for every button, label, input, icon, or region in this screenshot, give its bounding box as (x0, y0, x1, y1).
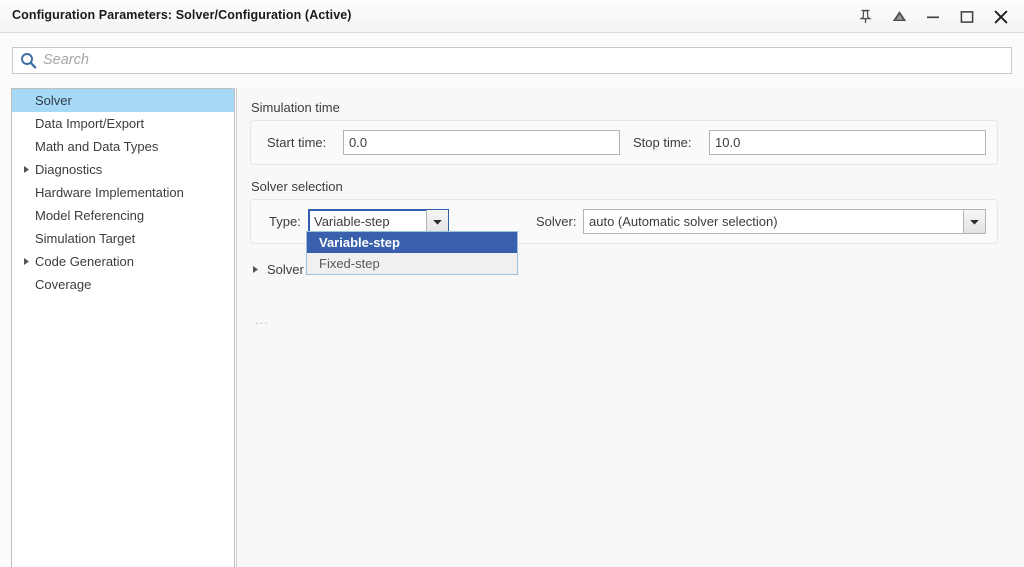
expand-arrow-icon[interactable] (251, 265, 264, 274)
tree-item-simulation-target[interactable]: Simulation Target (12, 227, 234, 250)
start-time-label: Start time: (267, 135, 326, 150)
tree-item-label: Hardware Implementation (35, 181, 184, 204)
search-box[interactable] (12, 47, 1012, 74)
start-time-input[interactable] (343, 130, 620, 155)
tree-item-model-referencing[interactable]: Model Referencing (12, 204, 234, 227)
chevron-down-icon[interactable] (963, 210, 985, 233)
simulation-time-groupbox: Start time: Stop time: (250, 120, 998, 165)
configuration-parameters-window: Configuration Parameters: Solver/Configu… (0, 0, 1024, 567)
tree-item-diagnostics[interactable]: Diagnostics (12, 158, 234, 181)
tree-item-label: Simulation Target (35, 227, 135, 250)
maximize-icon[interactable] (950, 3, 984, 31)
solver-value: auto (Automatic solver selection) (584, 210, 963, 233)
undock-icon[interactable] (882, 3, 916, 31)
tree-item-code-generation[interactable]: Code Generation (12, 250, 234, 273)
expand-arrow-icon[interactable] (22, 165, 35, 174)
solver-type-dropdown-list[interactable]: Variable-step Fixed-step (306, 231, 518, 275)
tree-item-math-and-data-types[interactable]: Math and Data Types (12, 135, 234, 158)
solver-combobox[interactable]: auto (Automatic solver selection) (583, 209, 986, 234)
tree-item-label: Data Import/Export (35, 112, 144, 135)
search-icon (20, 52, 37, 69)
solver-settings-panel: Simulation time Start time: Stop time: S… (236, 88, 1024, 567)
title-bar: Configuration Parameters: Solver/Configu… (0, 0, 1024, 33)
configuration-tree-panel[interactable]: Solver Data Import/Export Math and Data … (11, 88, 235, 567)
tree-item-label: Model Referencing (35, 204, 144, 227)
simulation-time-section-label: Simulation time (251, 100, 340, 115)
pin-icon[interactable] (848, 3, 882, 31)
solver-selection-section-label: Solver selection (251, 179, 343, 194)
chevron-down-icon[interactable] (426, 210, 448, 233)
solver-type-label: Type: (269, 214, 301, 229)
window-title: Configuration Parameters: Solver/Configu… (12, 8, 352, 22)
tree-item-label: Math and Data Types (35, 135, 158, 158)
stop-time-input[interactable] (709, 130, 986, 155)
stop-time-label: Stop time: (633, 135, 692, 150)
tree-item-label: Solver (35, 89, 72, 112)
search-bar-row (0, 34, 1024, 82)
tree-item-hardware-implementation[interactable]: Hardware Implementation (12, 181, 234, 204)
dropdown-option-variable-step[interactable]: Variable-step (307, 232, 517, 253)
tree-item-data-import-export[interactable]: Data Import/Export (12, 112, 234, 135)
expand-arrow-icon[interactable] (22, 257, 35, 266)
tree-item-label: Coverage (35, 273, 91, 296)
dropdown-option-fixed-step[interactable]: Fixed-step (307, 253, 517, 274)
dropdown-option-label: Variable-step (319, 235, 400, 250)
search-input[interactable] (43, 49, 1011, 72)
dropdown-option-label: Fixed-step (319, 256, 380, 271)
tree-item-coverage[interactable]: Coverage (12, 273, 234, 296)
window-controls (848, 0, 1018, 33)
tree-item-label: Diagnostics (35, 158, 102, 181)
solver-type-value: Variable-step (309, 210, 426, 233)
close-icon[interactable] (984, 3, 1018, 31)
tree-item-solver[interactable]: Solver (12, 89, 234, 112)
solver-label: Solver: (536, 214, 576, 229)
overflow-ellipsis[interactable]: ... (255, 312, 269, 327)
tree-item-label: Code Generation (35, 250, 134, 273)
minimize-icon[interactable] (916, 3, 950, 31)
